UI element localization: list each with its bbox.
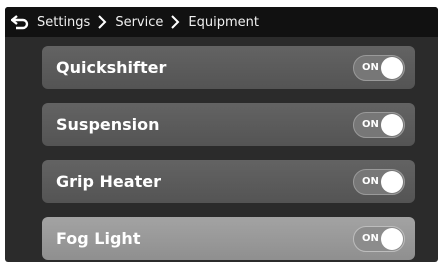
back-button[interactable] <box>9 11 31 33</box>
toggle-knob <box>381 171 403 193</box>
fog-light-toggle[interactable]: ON <box>353 226 405 252</box>
setting-label: Suspension <box>56 115 160 134</box>
equipment-list: Quickshifter ON Suspension ON Grip Heate… <box>42 46 415 262</box>
grip-heater-toggle[interactable]: ON <box>353 169 405 195</box>
toggle-state-label: ON <box>362 233 379 244</box>
toggle-state-label: ON <box>362 62 379 73</box>
setting-row-suspension[interactable]: Suspension ON <box>42 103 415 146</box>
setting-row-grip-heater[interactable]: Grip Heater ON <box>42 160 415 203</box>
breadcrumb-equipment: Equipment <box>188 14 259 30</box>
suspension-toggle[interactable]: ON <box>353 112 405 138</box>
chevron-right-icon <box>171 15 180 29</box>
setting-label: Grip Heater <box>56 172 161 191</box>
toggle-knob <box>381 57 403 79</box>
toggle-state-label: ON <box>362 176 379 187</box>
toggle-state-label: ON <box>362 119 379 130</box>
chevron-right-icon <box>98 15 107 29</box>
setting-label: Fog Light <box>56 229 141 248</box>
top-bar: Settings Service Equipment <box>5 7 438 37</box>
toggle-knob <box>381 114 403 136</box>
breadcrumb-settings[interactable]: Settings <box>37 15 90 30</box>
setting-row-quickshifter[interactable]: Quickshifter ON <box>42 46 415 89</box>
back-arrow-icon <box>11 15 29 30</box>
breadcrumb-service[interactable]: Service <box>115 15 163 30</box>
setting-row-fog-light[interactable]: Fog Light ON <box>42 217 415 260</box>
toggle-knob <box>381 228 403 250</box>
equipment-screen: Settings Service Equipment Quickshifter … <box>5 7 438 262</box>
setting-label: Quickshifter <box>56 58 167 77</box>
quickshifter-toggle[interactable]: ON <box>353 55 405 81</box>
